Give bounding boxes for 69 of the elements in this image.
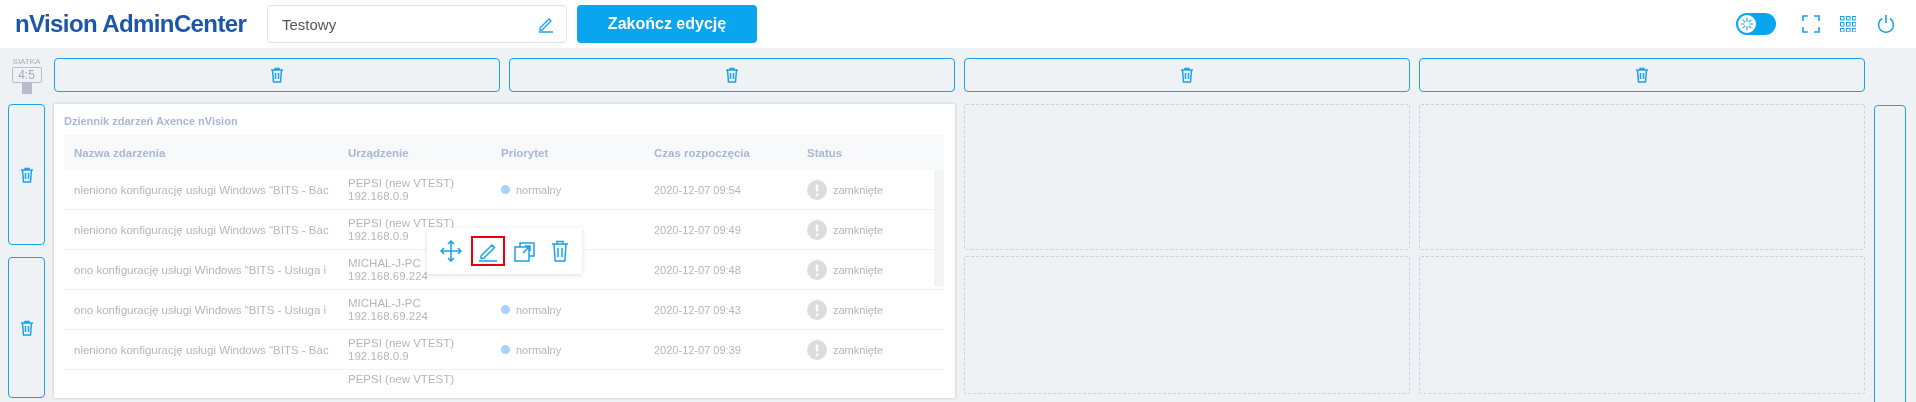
- widget-title: Dziennik zdarzeń Axence nVision: [64, 115, 239, 127]
- device-address: 192.168.0.9: [348, 350, 409, 362]
- add-column-button[interactable]: [1874, 105, 1906, 402]
- event-name: ono konfigurację usługi Windows "BITS - Usługa i: [74, 263, 327, 276]
- delete-column-button[interactable]: [964, 58, 1410, 92]
- trash-icon: [19, 166, 34, 183]
- start-time: 2020-12-07 09:49: [654, 223, 741, 236]
- snowflake-icon: [1737, 14, 1757, 34]
- column-header[interactable]: Czas rozpoczęcia: [644, 146, 797, 159]
- move-arrows-icon: [440, 240, 463, 262]
- delete-column-button[interactable]: [54, 58, 500, 92]
- warning-icon: [807, 179, 827, 200]
- trash-icon: [270, 67, 284, 83]
- device-name: PEPSI (new VTEST): [348, 177, 455, 189]
- popout-icon: [513, 240, 536, 262]
- status-text: zamknięte: [833, 263, 884, 276]
- trash-icon: [19, 319, 34, 336]
- priority-dot: [501, 305, 510, 314]
- start-time: 2020-12-07 09:39: [654, 343, 741, 356]
- status-text: zamknięte: [833, 343, 884, 356]
- device-name: MICHAL-J-PC: [348, 297, 421, 309]
- grid-ratio-button[interactable]: SIATKA 4:5: [8, 58, 45, 92]
- device-name: MICHAL-J-PC: [348, 257, 421, 269]
- event-name: nieniono konfigurację usługi Windows "BITS - Bac: [74, 343, 329, 356]
- app-logo: nVision AdminCenter: [15, 10, 248, 38]
- power-icon[interactable]: [1876, 14, 1896, 34]
- device-name: PEPSI (new VTEST): [348, 217, 455, 229]
- priority-text: normalny: [516, 343, 562, 356]
- warning-icon: [807, 339, 827, 360]
- priority-dot: [501, 185, 510, 194]
- event-name: ono konfigurację usługi Windows "BITS - Usługa i: [74, 303, 327, 316]
- device-address: 192.168.0.9: [348, 230, 409, 242]
- column-header[interactable]: Status: [797, 146, 944, 159]
- device-address: 192.168.69.224: [348, 270, 428, 282]
- warning-icon: [807, 219, 827, 240]
- warning-icon: [807, 299, 827, 320]
- delete-row-button[interactable]: [8, 257, 45, 398]
- fullscreen-icon[interactable]: [1802, 15, 1820, 33]
- trash-icon: [1635, 67, 1649, 83]
- trash-icon: [550, 240, 569, 262]
- status-text: zamknięte: [833, 223, 884, 236]
- event-name: nieniono konfigurację usługi Windows "BITS - Bac: [74, 183, 329, 196]
- apps-grid-icon[interactable]: [1840, 16, 1856, 32]
- theme-toggle[interactable]: [1736, 13, 1776, 35]
- device-name: PEPSI (new VTEST): [348, 373, 455, 385]
- trash-icon: [725, 67, 739, 83]
- start-time: 2020-12-07 09:54: [654, 183, 741, 196]
- priority-dot: [501, 345, 510, 354]
- device-address: 192.168.0.9: [348, 190, 409, 202]
- start-time: 2020-12-07 09:43: [654, 303, 741, 316]
- name-field[interactable]: Testowy: [267, 5, 567, 43]
- trash-icon: [1180, 67, 1194, 83]
- priority-text: normalny: [516, 303, 562, 316]
- event-name: nieniono konfigurację usługi Windows "BITS - Bac: [74, 223, 329, 236]
- start-time: 2020-12-07 09:48: [654, 263, 741, 276]
- edit-button[interactable]: [471, 236, 506, 266]
- column-header[interactable]: Priorytet: [491, 146, 644, 159]
- column-header[interactable]: Nazwa zdarzenia: [64, 146, 338, 159]
- priority-text: normalny: [516, 183, 562, 196]
- status-text: zamknięte: [833, 303, 884, 316]
- finish-edit-button[interactable]: Zakończ edycję: [577, 5, 757, 43]
- warning-icon: [807, 259, 827, 280]
- delete-column-button[interactable]: [1419, 58, 1865, 92]
- delete-column-button[interactable]: [509, 58, 955, 92]
- status-text: zamknięte: [833, 183, 884, 196]
- column-header[interactable]: Urządzenie: [338, 146, 491, 159]
- device-address: 192.168.69.224: [348, 310, 428, 322]
- delete-row-button[interactable]: [8, 104, 45, 245]
- device-name: PEPSI (new VTEST): [348, 337, 455, 349]
